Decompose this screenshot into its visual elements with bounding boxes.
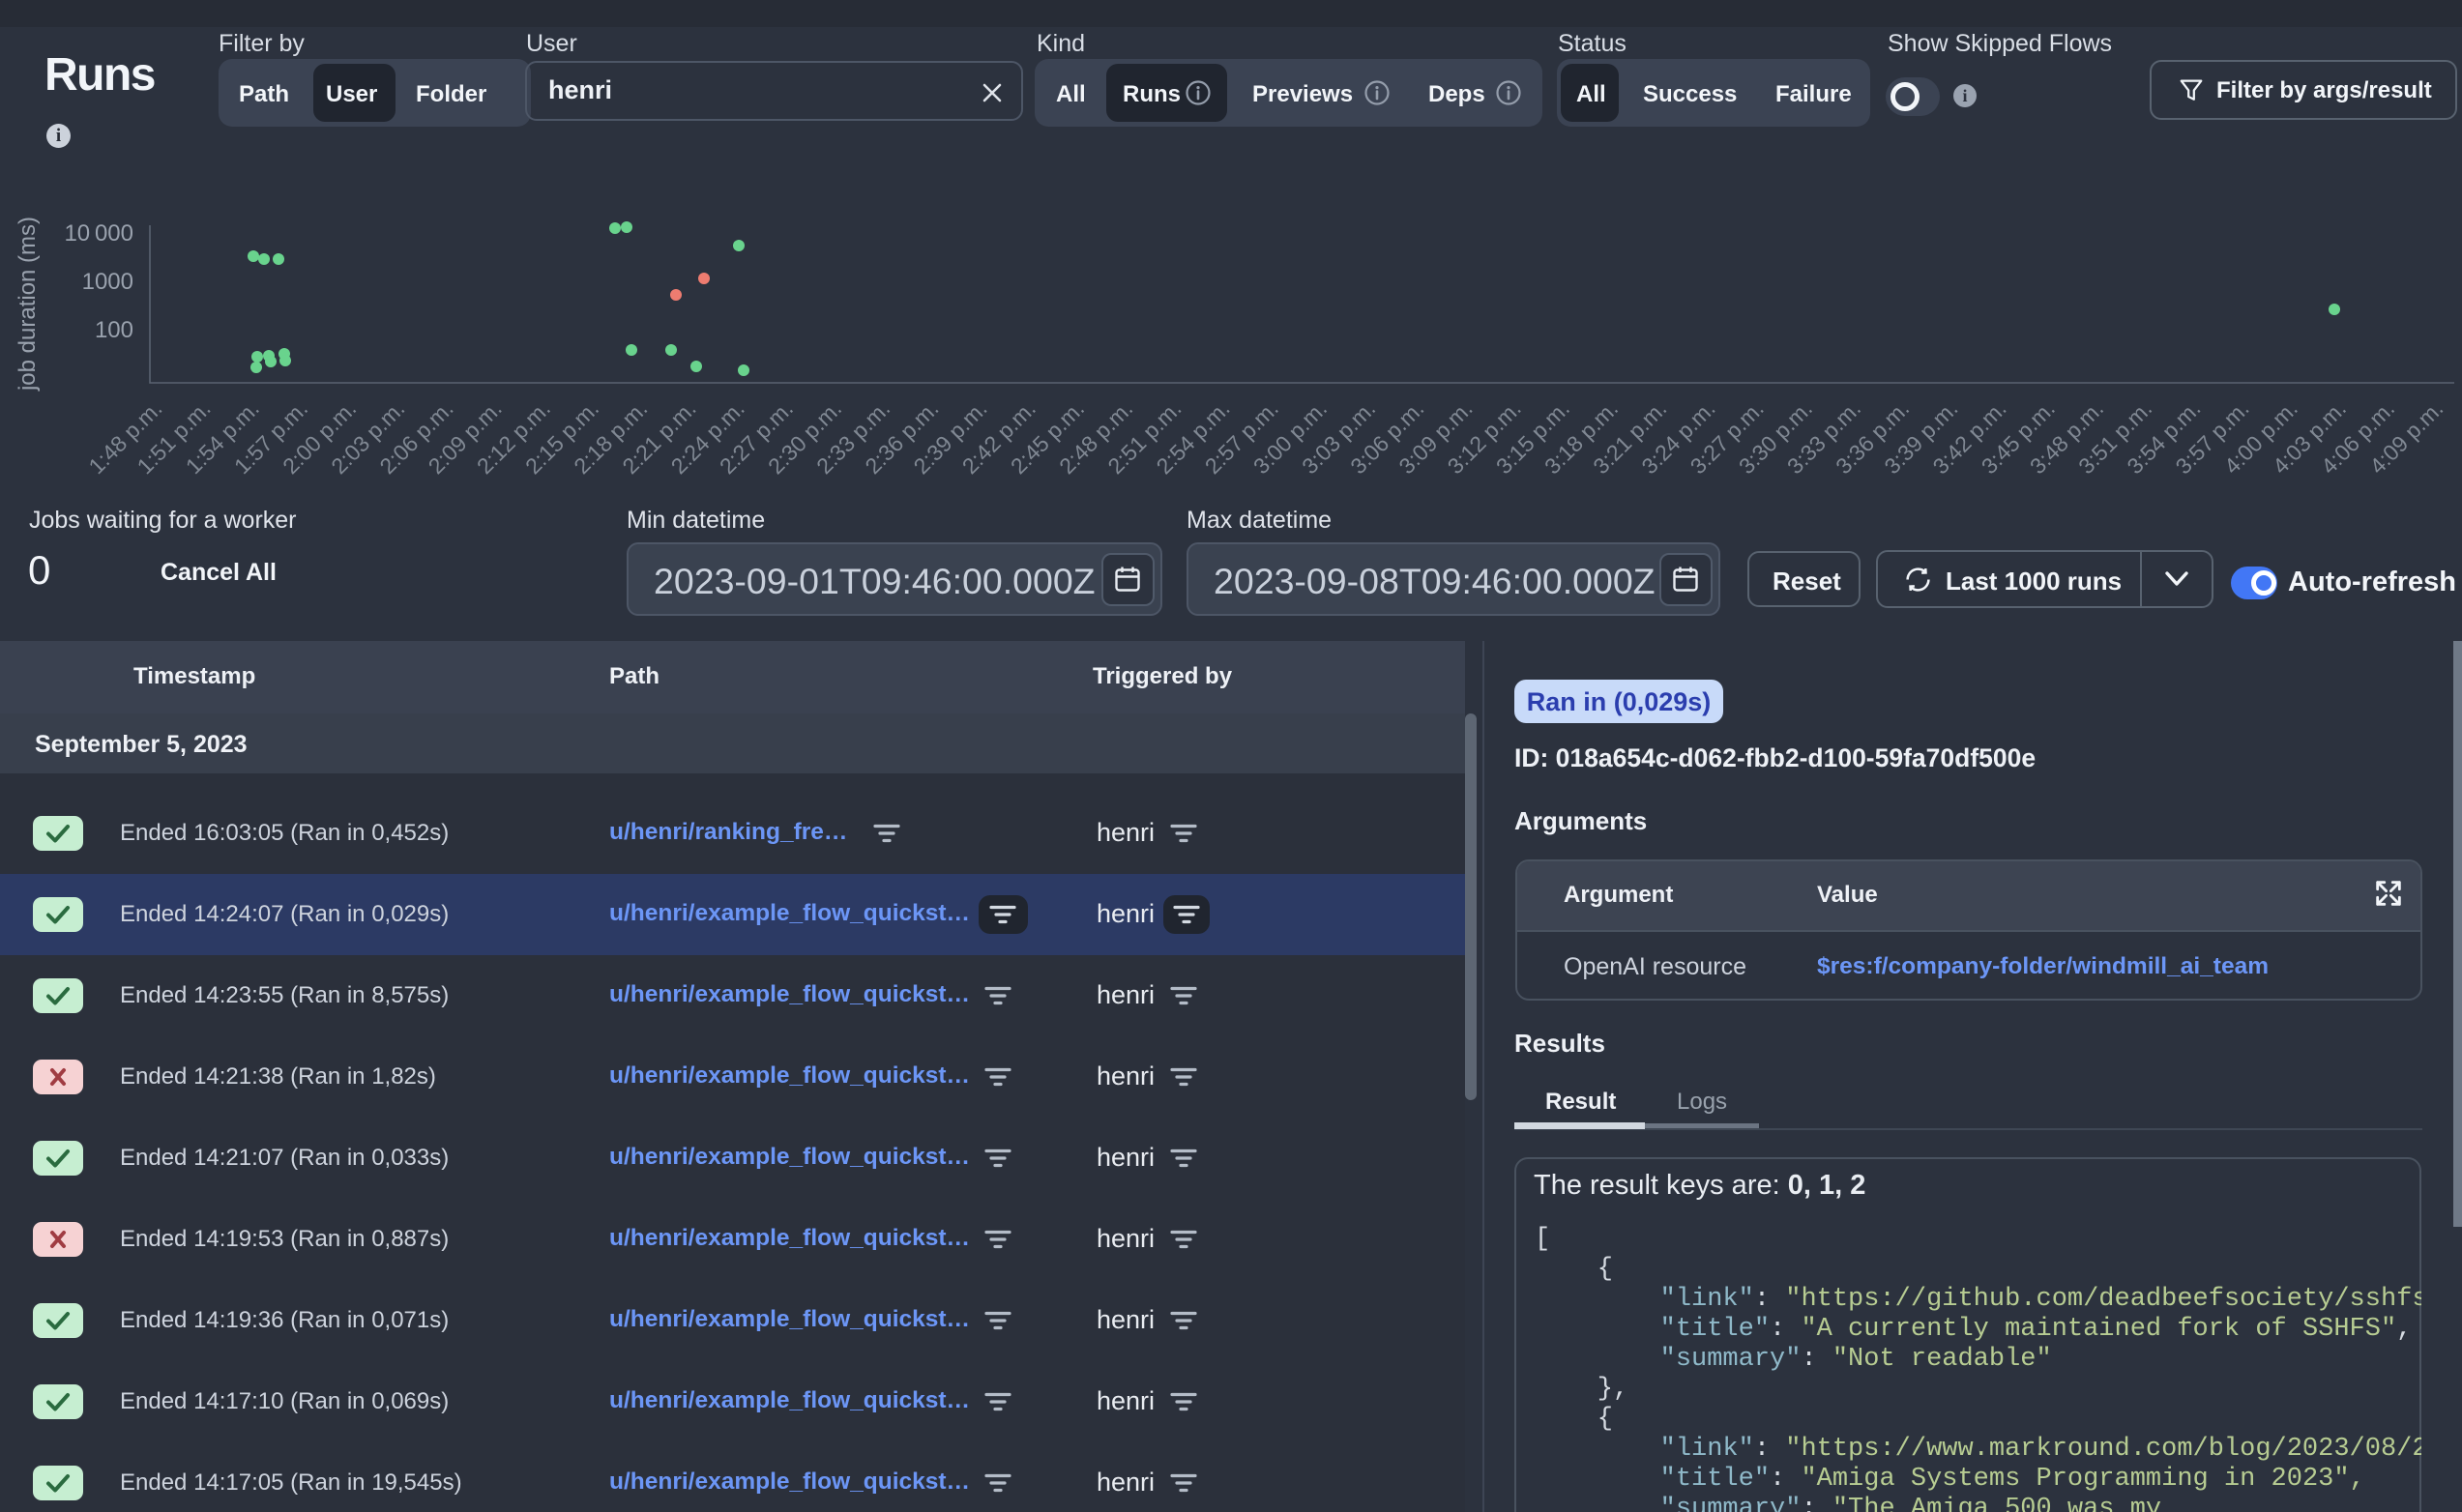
svg-text:1000: 1000 <box>82 269 133 295</box>
svg-text:job duration (ms): job duration (ms) <box>15 217 41 392</box>
svg-text:100: 100 <box>95 317 133 343</box>
svg-text:10 000: 10 000 <box>64 220 133 247</box>
